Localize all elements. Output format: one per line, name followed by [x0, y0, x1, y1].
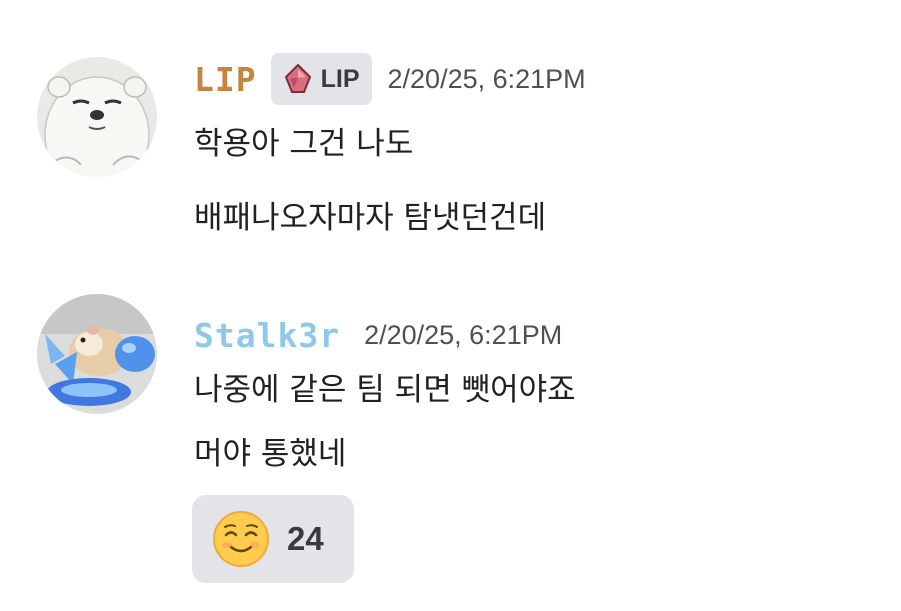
message-group-stalk3r: Stalk3r 2/20/25, 6:21PM 나중에 같은 팀 되면 뺏어야죠…: [0, 260, 901, 611]
timestamp: 2/20/25, 6:21PM: [364, 320, 563, 350]
user-avatar[interactable]: [37, 57, 157, 177]
polar-bear-avatar-icon: [37, 57, 157, 177]
reaction-count: 24: [287, 520, 324, 557]
hamster-avatar-icon: [37, 294, 157, 414]
username[interactable]: Stalk3r: [194, 316, 340, 355]
message-text: 머야 통했네: [194, 436, 347, 472]
user-avatar[interactable]: [37, 294, 157, 414]
username[interactable]: LIP: [194, 60, 257, 99]
message-group-lip: LIP LIP 2/20/25, 6:21PM 학용아 그건 나도 배패나오자마…: [0, 0, 901, 260]
pink-gem-icon: [284, 63, 311, 93]
timestamp: 2/20/25, 6:21PM: [387, 63, 586, 94]
message-text: 배패나오자마자 탐냇던건데: [194, 200, 547, 236]
message-text: 학용아 그건 나도: [194, 126, 414, 162]
role-tag[interactable]: LIP: [270, 53, 372, 105]
role-tag-label: LIP: [320, 64, 360, 93]
smiling-face-icon: [213, 511, 269, 567]
message-header: Stalk3r 2/20/25, 6:21PM: [194, 316, 562, 355]
message-text: 나중에 같은 팀 되면 뺏어야죠: [194, 372, 576, 408]
message-header: LIP LIP 2/20/25, 6:21PM: [194, 53, 586, 105]
reaction-button[interactable]: 24: [192, 495, 354, 583]
